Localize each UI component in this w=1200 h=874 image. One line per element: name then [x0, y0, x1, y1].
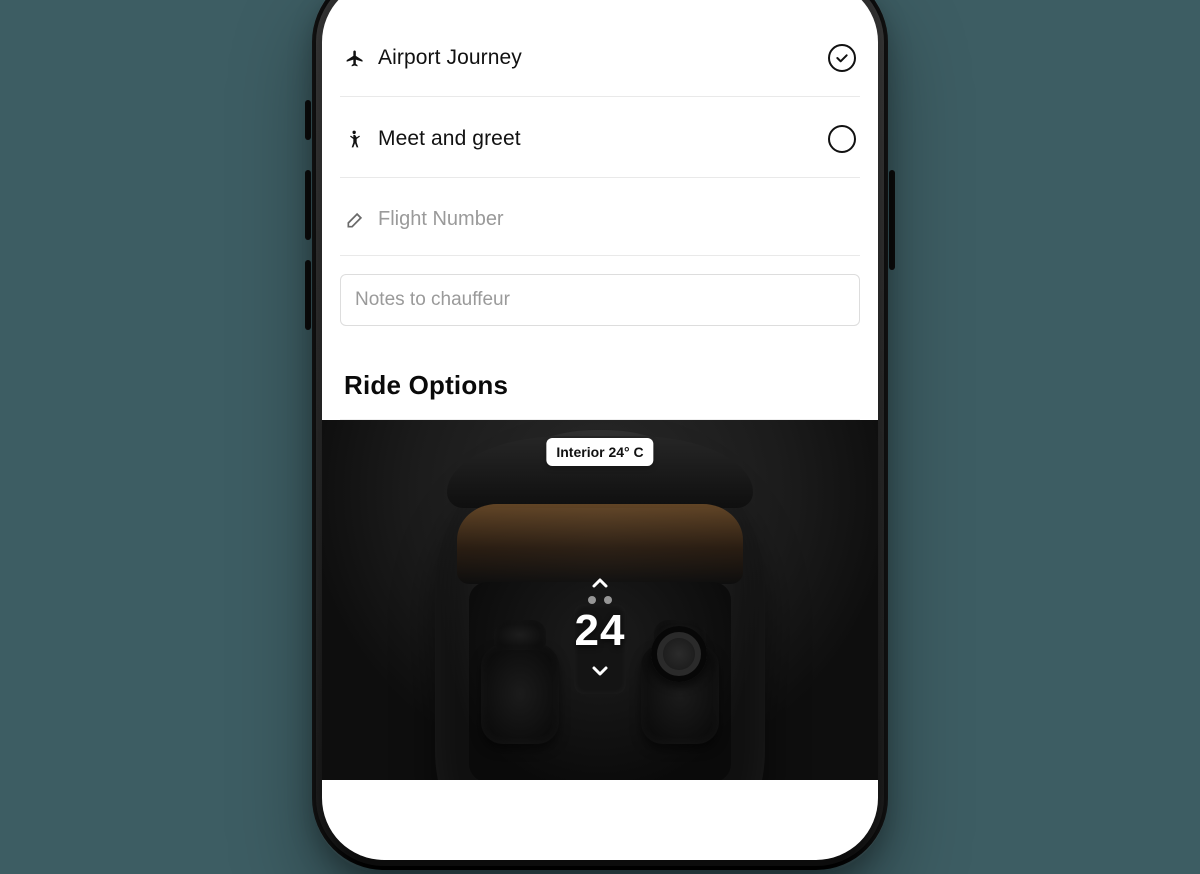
airplane-icon	[344, 47, 366, 69]
ride-options-title: Ride Options	[340, 326, 860, 420]
content-area: Airport Journey Meet and greet	[322, 0, 878, 420]
radio-meet-greet[interactable]	[828, 125, 856, 153]
option-meet-greet-label: Meet and greet	[378, 127, 816, 151]
option-meet-greet[interactable]: Meet and greet	[340, 97, 860, 178]
phone-frame: Airport Journey Meet and greet	[312, 0, 888, 870]
temp-increase-button[interactable]	[580, 570, 620, 596]
flight-number-field[interactable]	[340, 178, 860, 256]
notes-wrap	[340, 256, 860, 326]
steering-wheel-icon	[651, 626, 707, 682]
temp-decrease-button[interactable]	[580, 658, 620, 684]
phone-power-button	[889, 170, 895, 270]
phone-mockup: Airport Journey Meet and greet	[312, 0, 888, 870]
option-airport-label: Airport Journey	[378, 46, 816, 70]
ticket-icon	[344, 209, 366, 231]
radio-airport[interactable]	[828, 44, 856, 72]
notes-input[interactable]	[340, 274, 860, 326]
phone-volume-down	[305, 260, 311, 330]
phone-volume-up	[305, 170, 311, 240]
phone-mute-switch	[305, 100, 311, 140]
person-wave-icon	[344, 128, 366, 150]
option-airport-journey[interactable]: Airport Journey	[340, 0, 860, 97]
temp-indicator-dots	[588, 596, 612, 604]
temperature-stepper: 24	[560, 570, 640, 684]
interior-temp-badge: Interior 24° C	[546, 438, 653, 466]
temperature-value: 24	[575, 606, 626, 656]
flight-number-input[interactable]	[378, 208, 856, 231]
app-screen: Airport Journey Meet and greet	[322, 0, 878, 860]
ride-visualization: Interior 24° C 24	[322, 420, 878, 780]
